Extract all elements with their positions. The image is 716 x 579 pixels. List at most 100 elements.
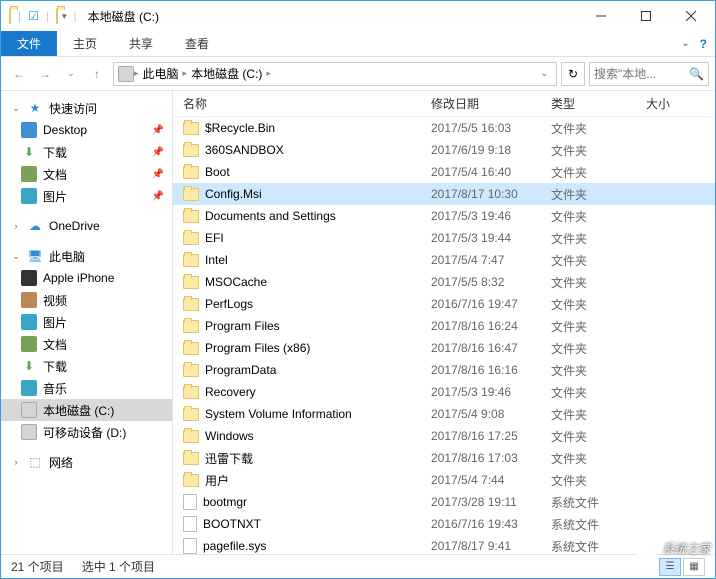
file-row[interactable]: Program Files (x86) 2017/8/16 16:47 文件夹 (173, 337, 715, 359)
file-icon (183, 538, 197, 554)
qat-dropdown-icon[interactable]: ▾ (62, 11, 67, 22)
file-date: 2017/5/4 7:44 (431, 473, 551, 487)
column-size[interactable]: 大小 (646, 95, 715, 112)
nav-item[interactable]: 可移动设备 (D:) (1, 421, 172, 443)
column-name[interactable]: 名称 (183, 95, 431, 112)
file-row[interactable]: Recovery 2017/5/3 19:46 文件夹 (173, 381, 715, 403)
nav-item[interactable]: ⬇下载 (1, 355, 172, 377)
details-view-button[interactable]: ☰ (659, 558, 681, 576)
nav-item-label: Desktop (43, 123, 87, 137)
file-row[interactable]: System Volume Information 2017/5/4 9:08 … (173, 403, 715, 425)
tab-share[interactable]: 共享 (113, 31, 169, 56)
forward-button[interactable]: → (33, 62, 57, 86)
address-bar: ← → ⌄ ↑ ▸ 此电脑 ▸ 本地磁盘 (C:) ▸ ⌄ ↻ 搜索"本地...… (1, 57, 715, 91)
help-icon[interactable]: ? (700, 37, 707, 51)
breadcrumb-item[interactable]: 此电脑 (139, 65, 183, 82)
file-name: Program Files (205, 319, 280, 333)
search-input[interactable]: 搜索"本地... 🔍 (589, 62, 709, 86)
file-date: 2017/5/3 19:44 (431, 231, 551, 245)
pic-icon (21, 314, 37, 330)
minimize-button[interactable] (578, 1, 623, 31)
nav-group-header[interactable]: ›⬚网络 (1, 451, 172, 473)
nav-item[interactable]: Desktop📌 (1, 119, 172, 141)
search-icon: 🔍 (689, 67, 704, 81)
folder-icon (183, 298, 199, 311)
drive-icon (21, 402, 37, 418)
tab-file[interactable]: 文件 (1, 31, 57, 56)
file-icon (183, 494, 197, 510)
address-box[interactable]: ▸ 此电脑 ▸ 本地磁盘 (C:) ▸ ⌄ (113, 62, 557, 86)
column-date[interactable]: 修改日期 (431, 95, 551, 112)
status-bar: 21 个项目 选中 1 个项目 ☰ ▦ (1, 554, 715, 578)
file-row[interactable]: $Recycle.Bin 2017/5/5 16:03 文件夹 (173, 117, 715, 139)
refresh-button[interactable]: ↻ (561, 62, 585, 86)
file-date: 2017/5/4 16:40 (431, 165, 551, 179)
file-row[interactable]: 360SANDBOX 2017/6/19 9:18 文件夹 (173, 139, 715, 161)
expand-icon[interactable]: › (11, 221, 21, 231)
file-row[interactable]: EFI 2017/5/3 19:44 文件夹 (173, 227, 715, 249)
tab-view[interactable]: 查看 (169, 31, 225, 56)
file-date: 2017/8/17 10:30 (431, 187, 551, 201)
breadcrumb-item[interactable]: 本地磁盘 (C:) (187, 65, 266, 82)
file-row[interactable]: PerfLogs 2016/7/16 19:47 文件夹 (173, 293, 715, 315)
file-row[interactable]: BOOTNXT 2016/7/16 19:43 系统文件 (173, 513, 715, 535)
nav-item[interactable]: 音乐 (1, 377, 172, 399)
file-row[interactable]: 迅雷下载 2017/8/16 17:03 文件夹 (173, 447, 715, 469)
history-dropdown[interactable]: ⌄ (59, 62, 83, 86)
file-list[interactable]: $Recycle.Bin 2017/5/5 16:03 文件夹 360SANDB… (173, 117, 715, 554)
folder-icon (9, 9, 11, 23)
expand-icon[interactable]: ⌄ (11, 103, 21, 114)
folder-icon (183, 166, 199, 179)
folder-icon (183, 276, 199, 289)
nav-group-header[interactable]: ›☁OneDrive (1, 215, 172, 237)
nav-item[interactable]: ⬇下载📌 (1, 141, 172, 163)
title-bar: | ☑ | ▾ | 本地磁盘 (C:) (1, 1, 715, 31)
file-row[interactable]: MSOCache 2017/5/5 8:32 文件夹 (173, 271, 715, 293)
file-row[interactable]: Program Files 2017/8/16 16:24 文件夹 (173, 315, 715, 337)
address-dropdown-icon[interactable]: ⌄ (536, 68, 552, 79)
file-date: 2017/3/28 19:11 (431, 495, 551, 509)
nav-item-label: 视频 (43, 292, 67, 309)
file-row[interactable]: pagefile.sys 2017/8/17 9:41 系统文件 (173, 535, 715, 554)
nav-item[interactable]: 视频 (1, 289, 172, 311)
nav-item[interactable]: 本地磁盘 (C:) (1, 399, 172, 421)
file-row[interactable]: Windows 2017/8/16 17:25 文件夹 (173, 425, 715, 447)
column-type[interactable]: 类型 (551, 95, 646, 112)
file-row[interactable]: ProgramData 2017/8/16 16:16 文件夹 (173, 359, 715, 381)
maximize-button[interactable] (623, 1, 668, 31)
up-button[interactable]: ↑ (85, 62, 109, 86)
icons-view-button[interactable]: ▦ (683, 558, 705, 576)
file-type: 文件夹 (551, 384, 646, 401)
nav-group-header[interactable]: ⌄🖥此电脑 (1, 245, 172, 267)
file-row[interactable]: Boot 2017/5/4 16:40 文件夹 (173, 161, 715, 183)
nav-item[interactable]: 文档📌 (1, 163, 172, 185)
doc-icon (21, 166, 37, 182)
file-row[interactable]: Intel 2017/5/4 7:47 文件夹 (173, 249, 715, 271)
music-icon (21, 380, 37, 396)
file-row[interactable]: bootmgr 2017/3/28 19:11 系统文件 (173, 491, 715, 513)
back-button[interactable]: ← (7, 62, 31, 86)
expand-icon[interactable]: › (11, 457, 21, 467)
nav-group-label: 快速访问 (49, 100, 97, 117)
chevron-right-icon[interactable]: ▸ (266, 68, 271, 79)
nav-group-header[interactable]: ⌄★快速访问 (1, 97, 172, 119)
tab-home[interactable]: 主页 (57, 31, 113, 56)
file-date: 2017/8/16 16:24 (431, 319, 551, 333)
separator: | (74, 9, 77, 23)
file-name: Program Files (x86) (205, 341, 310, 355)
check-icon[interactable]: ☑ (28, 9, 39, 23)
file-row[interactable]: Documents and Settings 2017/5/3 19:46 文件… (173, 205, 715, 227)
expand-icon[interactable]: ⌄ (11, 251, 21, 262)
nav-item[interactable]: 图片 (1, 311, 172, 333)
drive-icon (118, 66, 134, 82)
file-type: 文件夹 (551, 318, 646, 335)
nav-item[interactable]: 文档 (1, 333, 172, 355)
nav-item[interactable]: 图片📌 (1, 185, 172, 207)
close-button[interactable] (668, 1, 713, 31)
file-name: 360SANDBOX (205, 143, 284, 157)
file-type: 系统文件 (551, 538, 646, 555)
file-row[interactable]: Config.Msi 2017/8/17 10:30 文件夹 (173, 183, 715, 205)
ribbon-expand-icon[interactable]: ⌄ (681, 38, 689, 49)
nav-item[interactable]: Apple iPhone (1, 267, 172, 289)
file-row[interactable]: 用户 2017/5/4 7:44 文件夹 (173, 469, 715, 491)
